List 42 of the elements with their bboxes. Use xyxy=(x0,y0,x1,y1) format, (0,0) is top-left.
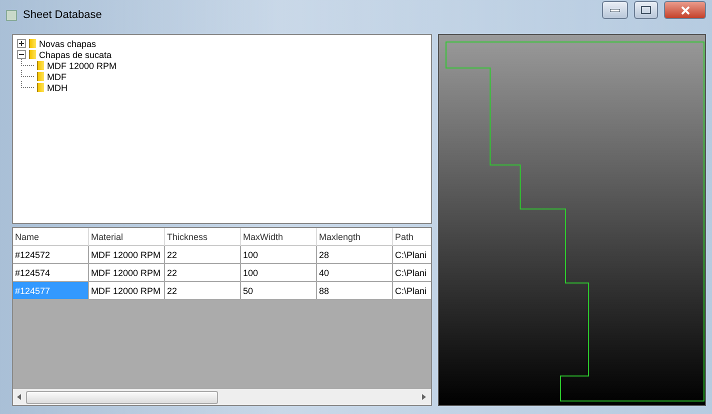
column-header[interactable]: Name xyxy=(13,228,89,246)
table-cell: 100 xyxy=(241,264,317,282)
table-cell: C:\Plani xyxy=(393,282,431,300)
table-cell: 88 xyxy=(317,282,393,300)
horizontal-scrollbar[interactable] xyxy=(13,389,431,405)
table-cell: #124572 xyxy=(13,246,89,264)
table-cell: #124574 xyxy=(13,264,89,282)
scroll-right-icon[interactable] xyxy=(422,394,427,400)
collapse-icon[interactable] xyxy=(17,50,26,59)
close-button[interactable] xyxy=(664,1,706,19)
table-cell: 28 xyxy=(317,246,393,264)
table-cell: C:\Plani xyxy=(393,264,431,282)
maximize-icon xyxy=(641,6,651,14)
tree-item[interactable]: MDF 12000 RPM xyxy=(47,60,117,70)
table-cell: MDF 12000 RPM xyxy=(89,264,165,282)
minimize-button[interactable] xyxy=(602,1,628,19)
table-cell: MDF 12000 RPM xyxy=(89,282,165,300)
tree-item[interactable]: MDH xyxy=(47,82,68,92)
table-cell: 50 xyxy=(241,282,317,300)
column-header[interactable]: Maxlength xyxy=(317,228,393,246)
tree-item[interactable]: Chapas de sucata xyxy=(39,50,112,60)
expand-icon[interactable] xyxy=(17,39,26,48)
column-header[interactable]: Path xyxy=(393,228,431,246)
tree-item[interactable]: Novas chapas xyxy=(39,38,96,48)
table-cell: 22 xyxy=(165,282,241,300)
table-cell: 22 xyxy=(165,264,241,282)
table-cell: 100 xyxy=(241,246,317,264)
table-cell: 40 xyxy=(317,264,393,282)
maximize-button[interactable] xyxy=(634,1,658,19)
table-cell: #124577 xyxy=(13,282,89,300)
app-icon xyxy=(6,10,17,20)
column-header[interactable]: Material xyxy=(89,228,165,246)
close-icon xyxy=(680,6,690,14)
table-cell: C:\Plani xyxy=(393,246,431,264)
window-title: Sheet Database xyxy=(23,9,103,21)
minimize-icon xyxy=(610,8,620,12)
column-header[interactable]: Thickness xyxy=(165,228,241,246)
table-cell: 22 xyxy=(165,246,241,264)
column-header[interactable]: MaxWidth xyxy=(241,228,317,246)
tree-item[interactable]: MDF xyxy=(47,72,66,82)
table-cell: MDF 12000 RPM xyxy=(89,246,165,264)
scroll-left-icon[interactable] xyxy=(17,394,22,400)
